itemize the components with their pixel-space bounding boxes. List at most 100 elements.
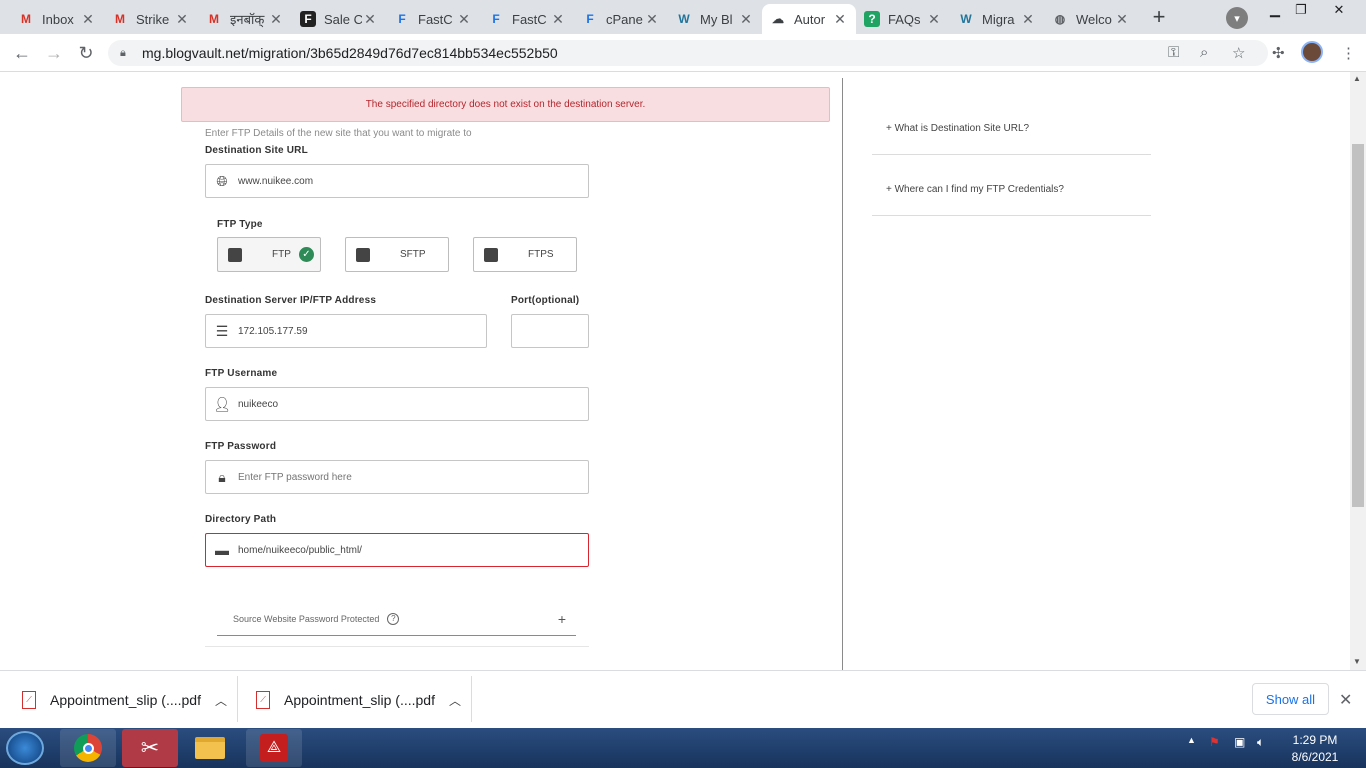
server-icon: ☰: [215, 322, 229, 339]
volume-icon[interactable]: 🔈︎: [1257, 735, 1264, 750]
ftp-type-sftp-button[interactable]: SFTP: [345, 237, 449, 272]
close-tab-icon[interactable]: ✕: [456, 11, 472, 27]
download-filename: Appointment_slip (....pdf: [50, 692, 201, 708]
tab-4[interactable]: F Sale C ✕: [292, 4, 386, 34]
new-tab-button[interactable]: +: [1145, 4, 1173, 29]
scroll-down-icon[interactable]: ▼: [1353, 657, 1361, 666]
tab-title: My Bl: [700, 11, 733, 27]
zoom-icon[interactable]: ⌕: [1200, 44, 1208, 61]
close-icon[interactable]: ✕: [1339, 690, 1352, 710]
address-bar[interactable]: 🔒︎ mg.blogvault.net/migration/3b65d2849d…: [108, 40, 1268, 66]
close-window-button[interactable]: ✕: [1326, 0, 1352, 20]
snipping-tool-taskbar-icon[interactable]: ✂: [122, 729, 178, 767]
tab-11[interactable]: W Migra ✕: [950, 4, 1044, 34]
dir-field[interactable]: ▬: [205, 533, 589, 567]
tab-9[interactable]: ☁ Autor ✕: [762, 4, 856, 34]
bookmark-star-icon[interactable]: ☆: [1232, 44, 1245, 62]
action-center-icon[interactable]: ⚑: [1209, 735, 1220, 749]
chevron-up-icon[interactable]: ︿: [215, 692, 227, 709]
show-all-button[interactable]: Show all: [1252, 683, 1329, 715]
form-hint: Enter FTP Details of the new site that y…: [205, 128, 472, 139]
tab-2[interactable]: M Strike ✕: [104, 4, 198, 34]
download-divider: [237, 676, 238, 722]
server-input[interactable]: [238, 325, 468, 337]
tab-10[interactable]: ? FAQs ✕: [856, 4, 950, 34]
protected-label: Source Website Password Protected: [233, 613, 380, 624]
expand-toggle[interactable]: +: [558, 611, 566, 627]
close-tab-icon[interactable]: ✕: [644, 11, 660, 27]
fastcomet-icon: F: [398, 12, 406, 26]
server-field[interactable]: ☰: [205, 314, 487, 348]
system-clock[interactable]: 1:29 PM 8/6/2021: [1285, 732, 1345, 766]
acrobat-taskbar-icon[interactable]: ⟁: [246, 729, 302, 767]
chevron-up-icon[interactable]: ︿: [449, 692, 461, 709]
password-input[interactable]: [238, 471, 558, 483]
tab-5[interactable]: F FastC ✕: [386, 4, 480, 34]
tab-6[interactable]: F FastC ✕: [480, 4, 574, 34]
key-icon[interactable]: ⚿: [1168, 44, 1179, 61]
back-button[interactable]: ←: [10, 42, 34, 64]
close-tab-icon[interactable]: ✕: [362, 11, 378, 27]
tab-1[interactable]: M Inbox ✕: [10, 4, 104, 34]
tab-3[interactable]: M इनबॉक् ✕: [198, 4, 292, 34]
faq-item-ftp-credentials[interactable]: + Where can I find my FTP Credentials?: [886, 184, 1064, 195]
column-divider: [842, 78, 843, 670]
port-field[interactable]: [511, 314, 589, 348]
scroll-up-icon[interactable]: ▲: [1353, 74, 1361, 83]
faq-item-dest-url[interactable]: + What is Destination Site URL?: [886, 123, 1029, 134]
tab-7[interactable]: FcPane ✕: [574, 4, 668, 34]
close-tab-icon[interactable]: ✕: [1020, 11, 1036, 27]
tab-8[interactable]: W My Bl ✕: [668, 4, 762, 34]
tab-title: Migra: [982, 11, 1015, 27]
error-alert: The specified directory does not exist o…: [181, 87, 830, 122]
lock-icon: 🔒︎: [120, 46, 126, 59]
tab-12[interactable]: ◍ Welco ✕: [1044, 4, 1138, 34]
close-tab-icon[interactable]: ✕: [174, 11, 190, 27]
faq-divider: [872, 154, 1151, 155]
username-label: FTP Username: [205, 368, 278, 379]
password-label: FTP Password: [205, 441, 277, 452]
close-tab-icon[interactable]: ✕: [80, 11, 96, 27]
clock-date: 8/6/2021: [1291, 750, 1339, 764]
chrome-taskbar-icon[interactable]: [60, 729, 116, 767]
download-item[interactable]: ⟋ Appointment_slip (....pdf ︿: [22, 681, 227, 719]
restore-button[interactable]: ❐: [1288, 0, 1314, 20]
download-item[interactable]: ⟋ Appointment_slip (....pdf ︿: [256, 681, 461, 719]
protected-row[interactable]: Source Website Password Protected ? +: [217, 602, 576, 636]
ftp-type-ftp-button[interactable]: FTP ✓: [217, 237, 321, 272]
wordpress-icon: W: [960, 12, 972, 26]
password-field[interactable]: 🔒︎: [205, 460, 589, 494]
network-icon[interactable]: ▣: [1234, 735, 1245, 749]
close-tab-icon[interactable]: ✕: [550, 11, 566, 27]
close-tab-icon[interactable]: ✕: [738, 11, 754, 27]
menu-icon[interactable]: ⋮: [1341, 44, 1356, 62]
clipboard-icon: [228, 247, 242, 262]
start-button[interactable]: [6, 731, 44, 765]
dest-url-input[interactable]: [238, 175, 558, 187]
help-icon: ?: [387, 612, 400, 625]
faq-divider: [872, 215, 1151, 216]
port-input[interactable]: [518, 325, 588, 337]
minimize-button[interactable]: ▁: [1262, 0, 1288, 20]
scrollbar-thumb[interactable]: [1352, 144, 1364, 507]
extensions-icon[interactable]: ✣: [1272, 44, 1285, 62]
clipboard-icon: [484, 247, 498, 262]
tab-title: Strike: [136, 11, 170, 27]
reload-button[interactable]: ↻: [74, 42, 98, 64]
dir-input[interactable]: [238, 544, 558, 556]
close-tab-icon[interactable]: ✕: [926, 11, 942, 27]
close-tab-icon[interactable]: ✕: [832, 11, 848, 27]
globe-icon: ◍: [1054, 12, 1066, 26]
close-tab-icon[interactable]: ✕: [268, 11, 284, 27]
gmail-icon: M: [21, 12, 31, 26]
close-tab-icon[interactable]: ✕: [1114, 11, 1130, 27]
file-explorer-taskbar-icon[interactable]: [182, 729, 238, 767]
forward-button[interactable]: →: [42, 42, 66, 64]
tray-expand-icon[interactable]: ▲: [1187, 735, 1196, 745]
ftp-type-ftps-button[interactable]: FTPS: [473, 237, 577, 272]
profile-menu-icon[interactable]: ▾: [1226, 7, 1248, 29]
username-input[interactable]: [238, 398, 558, 410]
username-field[interactable]: 👤︎: [205, 387, 589, 421]
dest-url-field[interactable]: 🌐︎: [205, 164, 589, 198]
avatar[interactable]: [1301, 41, 1323, 63]
